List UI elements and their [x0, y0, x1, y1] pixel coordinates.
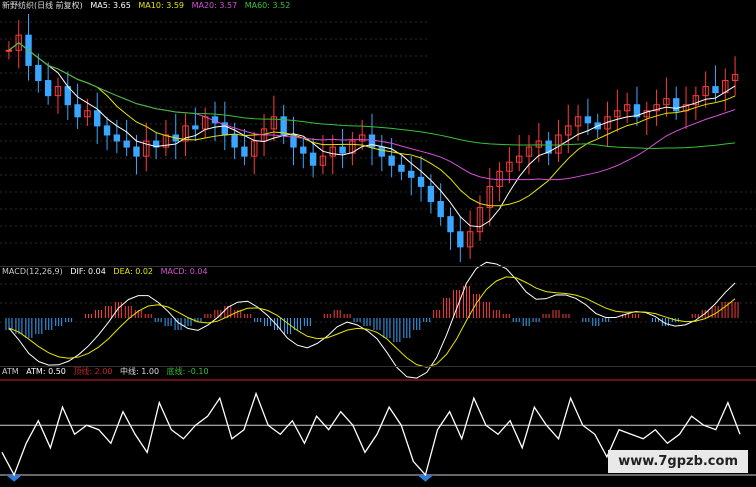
atm-label: ATM: 0.50	[26, 367, 66, 376]
candle-body	[447, 216, 454, 233]
candle-body	[417, 176, 425, 187]
ma20-label: MA20: 3.57	[191, 1, 238, 10]
candle-body	[64, 86, 71, 106]
bottom-line-label: 底线: -0.10	[166, 367, 209, 376]
top-line-label: 顶线: 2.00	[73, 367, 113, 376]
candle-body	[300, 146, 307, 154]
candle-body	[113, 134, 121, 142]
atm-title: ATM	[2, 367, 19, 376]
candle-body	[398, 164, 405, 172]
atm-oversold-fill	[417, 474, 434, 482]
ma5-label: MA5: 3.65	[90, 1, 131, 10]
stock-chart	[0, 14, 756, 482]
macd-title: MACD(12,26,9)	[2, 267, 63, 276]
candle-body	[378, 146, 386, 157]
candle-body	[673, 98, 680, 112]
candle-body	[241, 146, 248, 157]
candle-body	[123, 140, 130, 148]
candle-body	[192, 125, 199, 130]
candle-body	[94, 110, 101, 127]
candle-body	[457, 231, 464, 248]
candle-body	[388, 155, 395, 166]
candle-body	[339, 146, 346, 154]
candle-body	[5, 49, 13, 52]
dif-line	[8, 261, 736, 379]
candle-body	[584, 116, 592, 124]
ma10-label: MA10: 3.59	[138, 1, 185, 10]
candle-body	[44, 80, 52, 97]
candle-body	[231, 134, 238, 148]
watermark: www.7gpzb.com	[608, 450, 748, 473]
candle-body	[437, 201, 444, 218]
atm-header: ATM ATM: 0.50 顶线: 2.00 中线: 1.00 底线: -0.1…	[2, 367, 214, 377]
kline-header: 新野纺织(日线 前复权) MA5: 3.65 MA10: 3.59 MA20: …	[2, 1, 295, 11]
candle-body	[133, 146, 140, 157]
macd-header: MACD(12,26,9) DIF: 0.04 DEA: 0.02 MACD: …	[2, 267, 213, 277]
candle-body	[74, 104, 81, 118]
candle-body	[309, 152, 317, 166]
candle-body	[408, 170, 415, 178]
dif-label: DIF: 0.04	[70, 267, 106, 276]
candle-body	[427, 185, 435, 203]
dea-label: DEA: 0.02	[113, 267, 154, 276]
candle-body	[103, 125, 111, 136]
stock-title: 新野纺织(日线 前复权)	[2, 1, 83, 10]
candle-body	[35, 64, 42, 82]
macd-value-label: MACD: 0.04	[160, 267, 208, 276]
candle-body	[712, 86, 719, 94]
ma60-label: MA60: 3.52	[244, 1, 291, 10]
mid-line-label: 中线: 1.00	[120, 367, 160, 376]
